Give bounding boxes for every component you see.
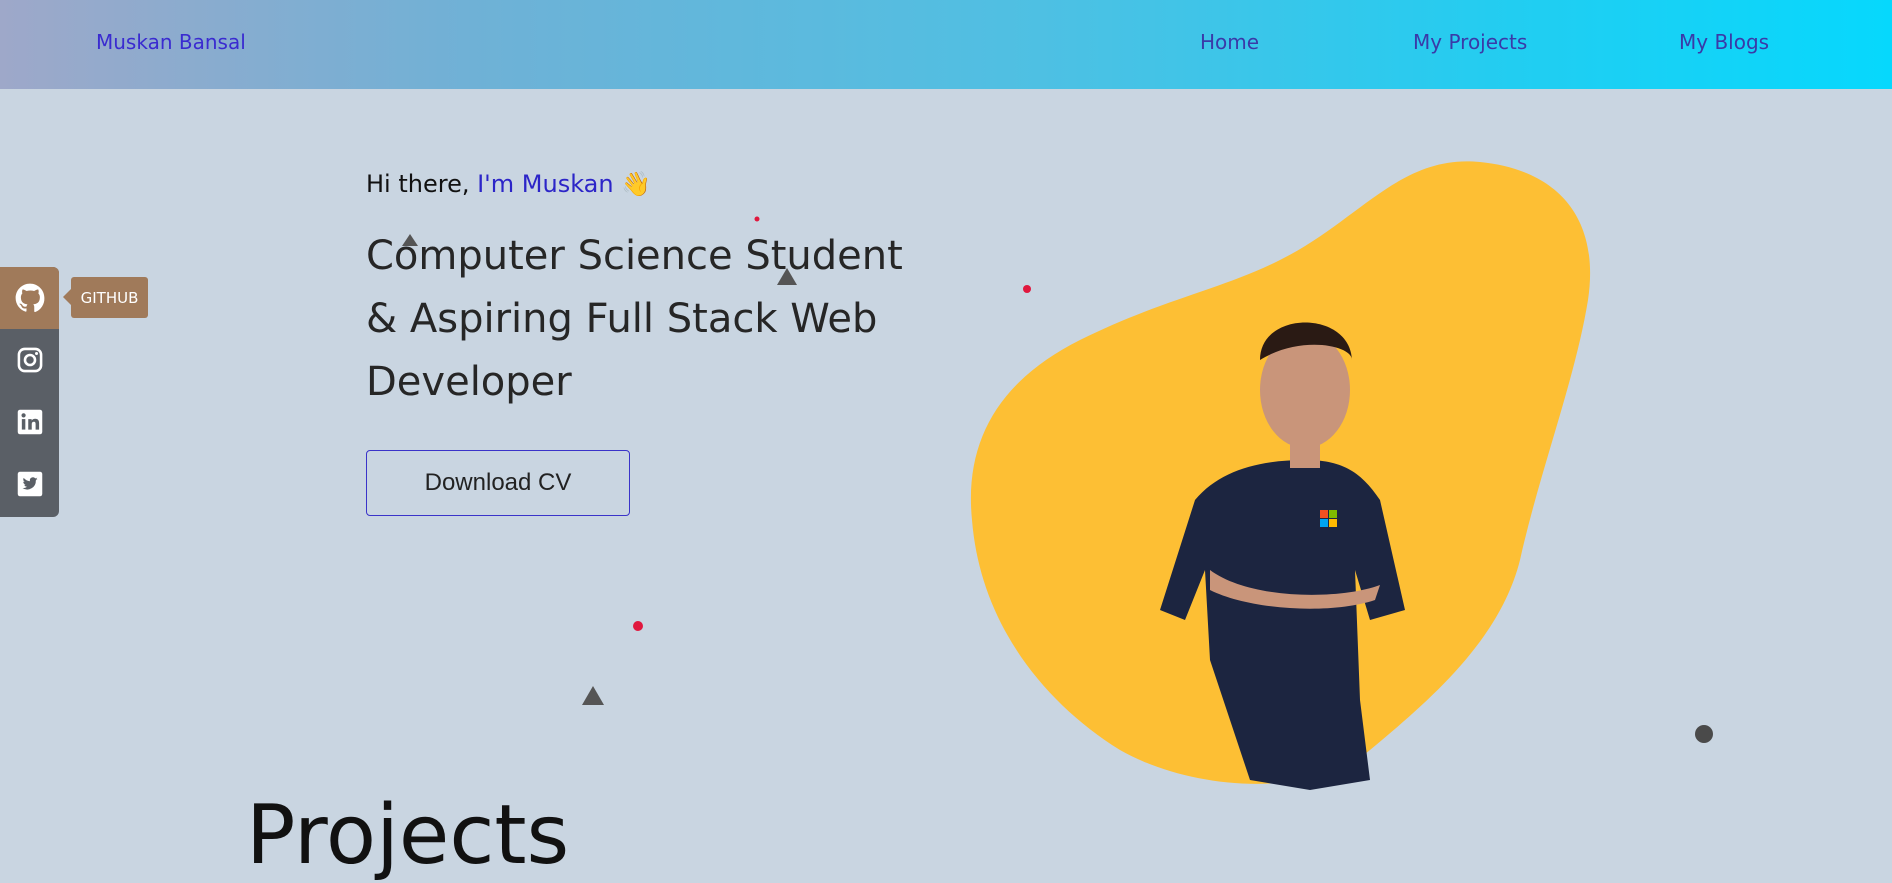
social-twitter-link[interactable] (0, 453, 59, 515)
triangle-decoration (582, 686, 604, 705)
social-github-link[interactable] (0, 267, 59, 329)
greeting-prefix: Hi there, (366, 170, 478, 198)
greeting-name: I'm Muskan (477, 170, 614, 198)
nav-link-my-projects[interactable]: My Projects (1413, 30, 1527, 54)
greeting: Hi there, I'm Muskan 👋 (366, 170, 651, 198)
github-icon (15, 283, 44, 313)
hero-illustration (970, 161, 1591, 790)
download-cv-button[interactable]: Download CV (366, 450, 630, 516)
brand-logo[interactable]: Muskan Bansal (96, 30, 246, 54)
social-tooltip: GITHUB (63, 277, 148, 318)
wave-icon: 👋 (621, 170, 652, 198)
nav-link-my-blogs[interactable]: My Blogs (1679, 30, 1769, 54)
social-sidebar (0, 267, 59, 517)
social-linkedin-link[interactable] (0, 391, 59, 453)
dot-decoration (1695, 725, 1713, 743)
projects-heading: Projects (246, 788, 570, 883)
dot-decoration (754, 216, 760, 222)
nav-link-home[interactable]: Home (1200, 30, 1259, 54)
instagram-icon (17, 347, 42, 373)
social-instagram-link[interactable] (0, 329, 59, 391)
hero-headline: Computer Science Student & Aspiring Full… (366, 233, 903, 405)
navbar: Muskan Bansal Home My Projects My Blogs (0, 0, 1892, 89)
twitter-icon (17, 471, 42, 497)
linkedin-icon (17, 409, 42, 435)
dot-decoration (633, 621, 643, 631)
